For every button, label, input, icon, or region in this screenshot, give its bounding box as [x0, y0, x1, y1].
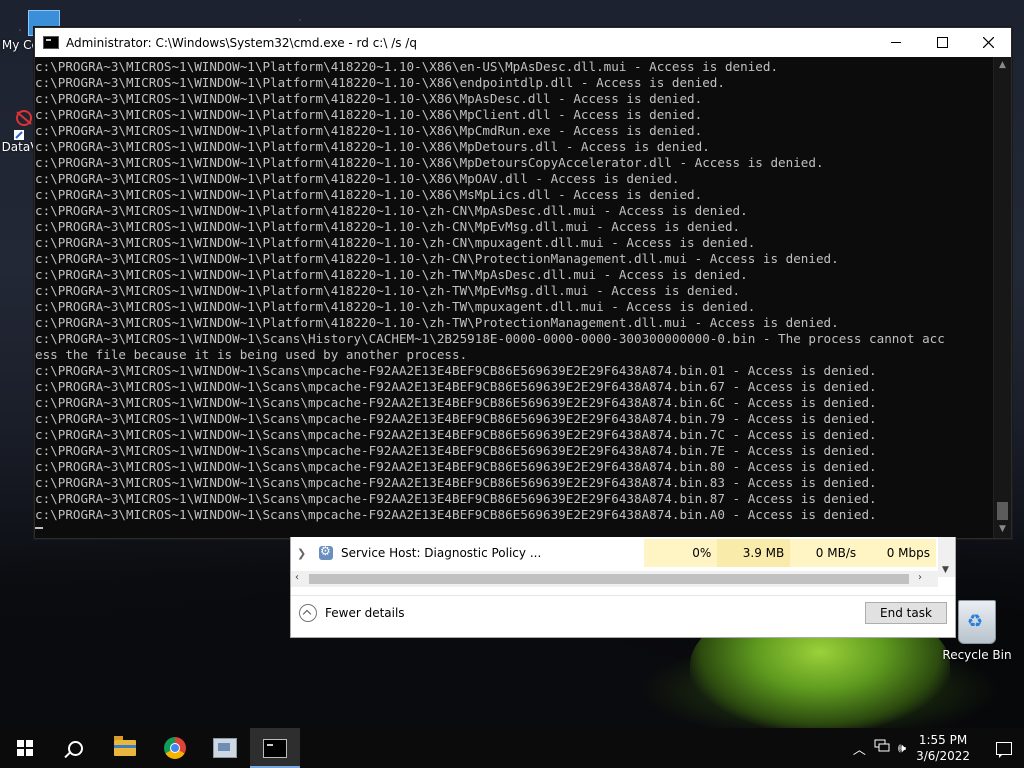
console-line: c:\PROGRA~3\MICROS~1\WINDOW~1\Scans\mpca… [35, 395, 877, 410]
console-line: c:\PROGRA~3\MICROS~1\WINDOW~1\Scans\Hist… [35, 331, 945, 346]
console-line: c:\PROGRA~3\MICROS~1\WINDOW~1\Platform\4… [35, 75, 725, 90]
console-line: c:\PROGRA~3\MICROS~1\WINDOW~1\Platform\4… [35, 91, 703, 106]
title-bar[interactable]: Administrator: C:\Windows\System32\cmd.e… [35, 28, 1011, 57]
task-manager-window: ❯ Service Host: Diagnostic Policy ... 0%… [290, 537, 956, 638]
console-line: c:\PROGRA~3\MICROS~1\WINDOW~1\Platform\4… [35, 107, 703, 122]
file-explorer-icon [114, 736, 136, 756]
clock[interactable]: 1:55 PM 3/6/2022 [916, 732, 970, 764]
console-output[interactable]: c:\PROGRA~3\MICROS~1\WINDOW~1\Platform\4… [35, 57, 994, 538]
start-button[interactable] [0, 728, 50, 768]
service-gear-icon [318, 544, 333, 560]
fewer-details-button[interactable]: Fewer details [299, 604, 405, 622]
system-tray: ︿ 🕪 1:55 PM 3/6/2022 [849, 728, 1024, 768]
task-manager-footer: Fewer details End task [291, 595, 955, 636]
server-manager-icon [213, 738, 237, 758]
console-line: c:\PROGRA~3\MICROS~1\WINDOW~1\Scans\mpca… [35, 459, 877, 474]
taskbar-chrome[interactable] [150, 728, 200, 768]
console-line: c:\PROGRA~3\MICROS~1\WINDOW~1\Platform\4… [35, 235, 756, 250]
taskbar-cmd[interactable] [250, 728, 300, 768]
console-line: c:\PROGRA~3\MICROS~1\WINDOW~1\Scans\mpca… [35, 443, 877, 458]
console-line: c:\PROGRA~3\MICROS~1\WINDOW~1\Platform\4… [35, 283, 741, 298]
scroll-left-icon[interactable]: ‹ [295, 572, 299, 583]
scrollbar-thumb[interactable] [997, 502, 1008, 520]
process-name: Service Host: Diagnostic Policy ... [340, 546, 542, 560]
cmd-window-icon[interactable] [43, 36, 59, 49]
horizontal-scrollbar-thumb[interactable] [309, 574, 909, 584]
chevron-up-icon[interactable]: ︿ [853, 739, 866, 758]
scroll-right-icon[interactable]: › [918, 572, 922, 583]
close-button[interactable] [965, 28, 1011, 57]
maximize-icon [936, 37, 948, 48]
cmd-window[interactable]: Administrator: C:\Windows\System32\cmd.e… [34, 27, 1012, 539]
console-line: c:\PROGRA~3\MICROS~1\WINDOW~1\Scans\mpca… [35, 363, 877, 378]
volume-icon[interactable]: 🕪 [898, 741, 906, 756]
chrome-icon [164, 737, 186, 759]
console-line: c:\PROGRA~3\MICROS~1\WINDOW~1\Platform\4… [35, 267, 748, 282]
search-button[interactable] [50, 728, 100, 768]
recycle-bin-icon [958, 600, 996, 644]
console-line: c:\PROGRA~3\MICROS~1\WINDOW~1\Platform\4… [35, 123, 703, 138]
console-line: c:\PROGRA~3\MICROS~1\WINDOW~1\Scans\mpca… [35, 491, 877, 506]
network-value: 0 Mbps [862, 539, 937, 567]
action-center-button[interactable] [984, 728, 1024, 768]
scroll-down-icon[interactable]: ▼ [994, 521, 1011, 538]
expand-chevron-icon[interactable]: ❯ [297, 547, 315, 560]
taskbar-server-manager[interactable] [200, 728, 250, 768]
cmd-icon [263, 738, 287, 758]
notification-icon [996, 741, 1012, 758]
console-line: c:\PROGRA~3\MICROS~1\WINDOW~1\Platform\4… [35, 315, 839, 330]
console-line: c:\PROGRA~3\MICROS~1\WINDOW~1\Platform\4… [35, 251, 839, 266]
windows-logo-icon [17, 740, 33, 756]
close-icon [982, 37, 994, 48]
console-line: c:\PROGRA~3\MICROS~1\WINDOW~1\Platform\4… [35, 219, 741, 234]
console-line: c:\PROGRA~3\MICROS~1\WINDOW~1\Scans\mpca… [35, 379, 877, 394]
scroll-down-icon[interactable]: ▼ [942, 565, 949, 575]
minimize-icon [891, 42, 901, 43]
search-icon [67, 740, 83, 756]
desktop-icon-label: Recycle Bin [942, 648, 1012, 662]
network-icon[interactable] [874, 739, 890, 757]
end-task-button[interactable]: End task [865, 602, 947, 624]
clock-time: 1:55 PM [918, 733, 968, 747]
taskbar-file-explorer[interactable] [100, 728, 150, 768]
console-line: c:\PROGRA~3\MICROS~1\WINDOW~1\Scans\mpca… [35, 507, 877, 522]
console-line: c:\PROGRA~3\MICROS~1\WINDOW~1\Scans\mpca… [35, 411, 877, 426]
console-line: c:\PROGRA~3\MICROS~1\WINDOW~1\Scans\mpca… [35, 427, 877, 442]
console-line: c:\PROGRA~3\MICROS~1\WINDOW~1\Platform\4… [35, 187, 703, 202]
collapse-up-icon [299, 604, 317, 622]
memory-value: 3.9 MB [717, 539, 791, 567]
console-cursor [35, 527, 43, 529]
console-line: c:\PROGRA~3\MICROS~1\WINDOW~1\Platform\4… [35, 155, 824, 170]
console-line: c:\PROGRA~3\MICROS~1\WINDOW~1\Platform\4… [35, 59, 779, 74]
console-line: c:\PROGRA~3\MICROS~1\WINDOW~1\Platform\4… [35, 203, 748, 218]
process-list-scrollbar[interactable]: ▼ [938, 537, 955, 577]
disk-value: 0 MB/s [790, 539, 863, 567]
cpu-value: 0% [644, 539, 718, 567]
console-line: c:\PROGRA~3\MICROS~1\WINDOW~1\Platform\4… [35, 299, 756, 314]
console-line: c:\PROGRA~3\MICROS~1\WINDOW~1\Scans\mpca… [35, 475, 877, 490]
maximize-button[interactable] [919, 28, 965, 57]
console-line: c:\PROGRA~3\MICROS~1\WINDOW~1\Platform\4… [35, 139, 710, 154]
taskbar: ︿ 🕪 1:55 PM 3/6/2022 [0, 728, 1024, 768]
scroll-up-icon[interactable]: ▲ [994, 57, 1011, 74]
console-line: c:\PROGRA~3\MICROS~1\WINDOW~1\Platform\4… [35, 171, 680, 186]
window-title: Administrator: C:\Windows\System32\cmd.e… [66, 35, 417, 50]
minimize-button[interactable] [873, 28, 919, 57]
clock-date: 3/6/2022 [916, 749, 970, 763]
console-scrollbar[interactable]: ▲ ▼ [993, 57, 1011, 538]
process-row[interactable]: ❯ Service Host: Diagnostic Policy ... 0%… [291, 539, 937, 567]
fewer-details-label: Fewer details [325, 606, 405, 620]
datav-icon [12, 110, 36, 140]
horizontal-scrollbar[interactable]: ‹ › [291, 571, 938, 587]
console-line: ess the file because it is being used by… [35, 347, 468, 362]
